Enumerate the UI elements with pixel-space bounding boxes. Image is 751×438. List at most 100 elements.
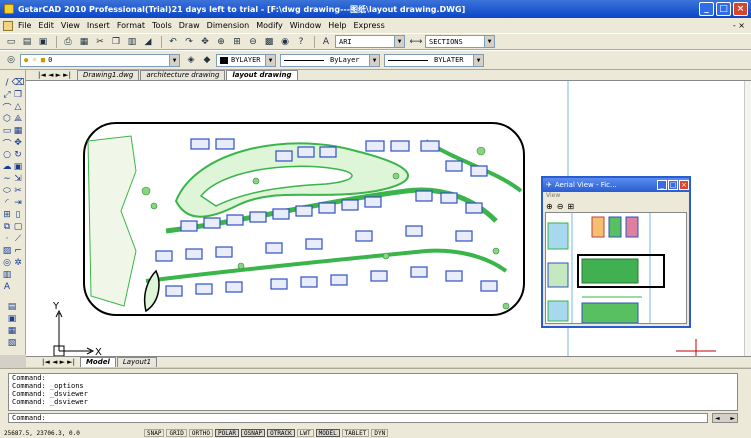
menu-tools[interactable]: Tools xyxy=(152,21,172,30)
aerial-minimize-button[interactable]: _ xyxy=(657,180,667,190)
layer-previous-icon[interactable]: ◆ xyxy=(200,54,214,67)
menu-modify[interactable]: Modify xyxy=(256,21,283,30)
pan-icon[interactable]: ✥ xyxy=(198,35,212,48)
design-center-icon[interactable]: ◉ xyxy=(278,35,292,48)
tab-architecture-drawing[interactable]: architecture drawing xyxy=(140,70,226,80)
line-icon[interactable]: / xyxy=(2,78,12,88)
xline-icon[interactable]: ⤢ xyxy=(2,90,12,100)
tab-drawing1[interactable]: Drawing1.dwg xyxy=(76,70,140,80)
status-dyn-button[interactable]: DYN xyxy=(371,429,389,437)
tab-scroll-arrows[interactable]: |◄ ◄ ► ►| xyxy=(38,71,71,79)
layer-manager-icon[interactable]: ◎ xyxy=(4,54,18,67)
menu-help[interactable]: Help xyxy=(328,21,346,30)
extend-icon[interactable]: ⇥ xyxy=(13,198,23,208)
polygon-icon[interactable]: ⬡ xyxy=(2,114,12,124)
dim-style-select[interactable]: SECTIONS ▼ xyxy=(425,35,495,48)
chevron-down-icon[interactable]: ▼ xyxy=(169,54,179,66)
menu-view[interactable]: View xyxy=(61,21,80,30)
zoom-all-icon[interactable]: ⊞ xyxy=(567,202,574,211)
help-icon[interactable]: ? xyxy=(294,35,308,48)
status-snap-button[interactable]: SNAP xyxy=(144,429,165,437)
polyline-icon[interactable]: ⌒ xyxy=(2,102,12,114)
open-icon[interactable]: ▤ xyxy=(20,35,34,48)
match-properties-icon[interactable]: ◢ xyxy=(141,35,155,48)
make-block-icon[interactable]: ⧉ xyxy=(2,222,12,232)
command-scrollbar[interactable]: ◄ ► xyxy=(712,413,738,423)
close-button[interactable]: × xyxy=(733,2,748,16)
menu-express[interactable]: Express xyxy=(354,21,385,30)
menu-format[interactable]: Format xyxy=(117,21,145,30)
new-icon[interactable]: ▭ xyxy=(4,35,18,48)
status-lwt-button[interactable]: LWT xyxy=(296,429,314,437)
vertical-scrollbar[interactable] xyxy=(744,81,751,356)
stretch-icon[interactable]: ⇲ xyxy=(13,174,23,184)
join-icon[interactable]: ▢ xyxy=(13,222,23,232)
maximize-button[interactable]: □ xyxy=(716,2,731,16)
aerial-view-canvas[interactable] xyxy=(545,212,687,324)
aerial-view-window[interactable]: ✈ Aerial View - Fic... _ □ × View ⊕ ⊖ ⊞ xyxy=(541,176,691,328)
zoom-window-icon[interactable]: ⊞ xyxy=(230,35,244,48)
chevron-down-icon[interactable]: ▼ xyxy=(369,54,379,66)
undo-icon[interactable]: ↶ xyxy=(166,35,180,48)
zoom-out-icon[interactable]: ⊖ xyxy=(557,202,564,211)
copy-object-icon[interactable]: ❐ xyxy=(13,90,23,100)
text-style-select[interactable]: ARI ▼ xyxy=(335,35,405,48)
aerial-view-titlebar[interactable]: ✈ Aerial View - Fic... _ □ × xyxy=(543,178,689,192)
move-icon[interactable]: ✥ xyxy=(13,138,23,148)
menu-dimension[interactable]: Dimension xyxy=(207,21,250,30)
command-input[interactable]: Command: xyxy=(8,413,708,423)
chevron-down-icon[interactable]: ▼ xyxy=(473,54,483,66)
arc-icon[interactable]: ⌒ xyxy=(2,138,12,150)
menu-window[interactable]: Window xyxy=(290,21,322,30)
layout-scroll-arrows[interactable]: |◄ ◄ ► ►| xyxy=(42,358,75,366)
linetype-select[interactable]: ByLayer ▼ xyxy=(280,53,380,67)
erase-icon[interactable]: ⌫ xyxy=(12,78,25,88)
break-icon[interactable]: ▯ xyxy=(13,210,23,220)
ellipse-arc-icon[interactable]: ◜ xyxy=(2,198,12,208)
mtext-icon[interactable]: A xyxy=(2,282,12,292)
tab-layout1[interactable]: Layout1 xyxy=(116,357,158,367)
mirror-icon[interactable]: △ xyxy=(13,102,23,112)
status-ortho-button[interactable]: ORTHO xyxy=(188,429,213,437)
paste-icon[interactable]: ▥ xyxy=(125,35,139,48)
save-icon[interactable]: ▣ xyxy=(36,35,50,48)
tab-layout-drawing[interactable]: layout drawing xyxy=(226,70,298,80)
ellipse-icon[interactable]: ⬭ xyxy=(2,186,12,196)
aerial-view-menu[interactable]: View xyxy=(543,192,689,201)
hatch-icon[interactable]: ▨ xyxy=(2,246,12,256)
zoom-realtime-icon[interactable]: ⊕ xyxy=(214,35,228,48)
zoom-previous-icon[interactable]: ⊖ xyxy=(246,35,260,48)
chevron-down-icon[interactable]: ▼ xyxy=(484,36,494,47)
preview-icon[interactable]: ▦ xyxy=(77,35,91,48)
table-icon[interactable]: ▥ xyxy=(2,270,12,280)
cut-icon[interactable]: ✂ xyxy=(93,35,107,48)
tool-palette-icon[interactable]: ▤ xyxy=(7,302,17,312)
menu-file[interactable]: File xyxy=(18,21,31,30)
spline-icon[interactable]: ∼ xyxy=(2,174,12,184)
rectangle-icon[interactable]: ▭ xyxy=(2,126,12,136)
status-grid-button[interactable]: GRID xyxy=(166,429,187,437)
insert-block-icon[interactable]: ⊞ xyxy=(2,210,12,220)
fillet-icon[interactable]: ⌐ xyxy=(13,246,23,256)
aerial-maximize-button[interactable]: □ xyxy=(668,180,678,190)
revcloud-icon[interactable]: ☁ xyxy=(2,162,12,172)
properties-icon[interactable]: ▩ xyxy=(262,35,276,48)
scroll-right-icon[interactable]: ► xyxy=(730,415,735,422)
block-editor-icon[interactable]: ▣ xyxy=(7,314,17,324)
make-current-icon[interactable]: ◈ xyxy=(184,54,198,67)
menu-draw[interactable]: Draw xyxy=(179,21,200,30)
zoom-in-icon[interactable]: ⊕ xyxy=(546,202,553,211)
chevron-down-icon[interactable]: ▼ xyxy=(265,54,275,66)
chamfer-icon[interactable]: ⟋ xyxy=(13,234,23,244)
menu-insert[interactable]: Insert xyxy=(87,21,110,30)
menu-edit[interactable]: Edit xyxy=(38,21,54,30)
trim-icon[interactable]: ✂ xyxy=(13,186,23,196)
doc-window-controls[interactable]: - × xyxy=(733,21,745,30)
point-icon[interactable]: · xyxy=(2,234,12,244)
rotate-icon[interactable]: ↻ xyxy=(13,150,23,160)
layer-select[interactable]: ● ☼ ■ 0 ▼ xyxy=(20,53,180,67)
chevron-down-icon[interactable]: ▼ xyxy=(394,36,404,47)
document-icon[interactable] xyxy=(3,20,13,31)
color-select[interactable]: BYLAYER ▼ xyxy=(216,53,276,67)
status-osnap-button[interactable]: OSNAP xyxy=(241,429,266,437)
